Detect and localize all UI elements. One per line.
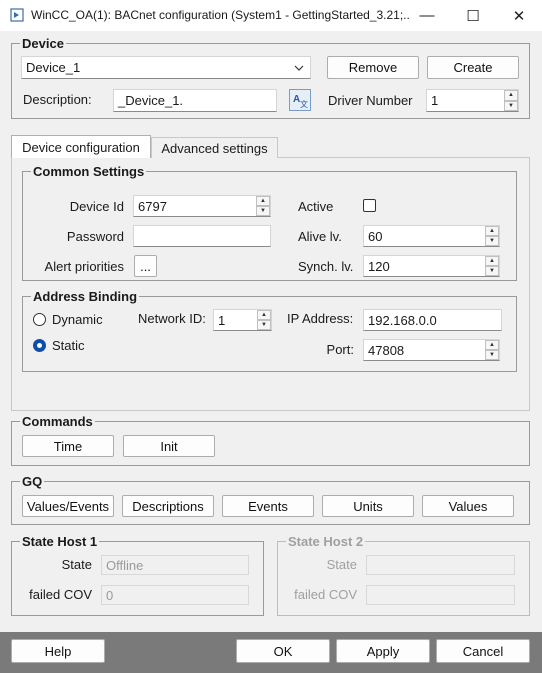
state-host-2-title: State Host 2 bbox=[286, 534, 366, 549]
driver-number-value: 1 bbox=[431, 93, 439, 108]
state-host-1-failed-cov-label: failed COV bbox=[29, 587, 92, 602]
port-value: 47808 bbox=[368, 342, 405, 358]
synch-level-value: 120 bbox=[368, 258, 390, 274]
state-host-2-failed-cov-label: failed COV bbox=[294, 587, 357, 602]
svg-text:文: 文 bbox=[300, 99, 308, 108]
spin-down-icon[interactable]: ▼ bbox=[504, 100, 518, 111]
spin-up-icon[interactable]: ▲ bbox=[485, 340, 499, 350]
network-id-value: 1 bbox=[218, 312, 226, 328]
alive-level-spinner[interactable]: ▲ ▼ bbox=[485, 226, 499, 246]
spin-up-icon[interactable]: ▲ bbox=[257, 310, 271, 320]
device-select-value: Device_1 bbox=[26, 60, 81, 75]
close-window-button[interactable]: ✕ bbox=[496, 0, 542, 31]
spin-down-icon[interactable]: ▼ bbox=[257, 320, 271, 330]
gq-values-button[interactable]: Values bbox=[422, 495, 514, 517]
alert-priorities-button[interactable]: ... bbox=[134, 255, 157, 277]
active-checkbox[interactable] bbox=[363, 199, 376, 212]
tab-device-configuration[interactable]: Device configuration bbox=[11, 135, 151, 158]
alive-level-spinbox[interactable]: 60 ▲ ▼ bbox=[363, 225, 500, 247]
synch-level-spinner[interactable]: ▲ ▼ bbox=[485, 256, 499, 276]
state-host-1-failed-cov-field: 0 bbox=[101, 585, 249, 605]
close-icon: ✕ bbox=[512, 7, 526, 25]
minimize-button[interactable]: — bbox=[404, 0, 450, 31]
gq-title: GQ bbox=[20, 474, 45, 489]
spin-down-icon[interactable]: ▼ bbox=[485, 266, 499, 276]
device-group-title: Device bbox=[20, 36, 66, 51]
dynamic-label: Dynamic bbox=[52, 312, 103, 327]
apply-button[interactable]: Apply bbox=[336, 639, 430, 663]
synch-level-label: Synch. lv. bbox=[298, 259, 354, 274]
common-settings-title: Common Settings bbox=[31, 164, 147, 179]
time-button[interactable]: Time bbox=[22, 435, 114, 457]
state-host-2-state-field bbox=[366, 555, 515, 575]
help-button[interactable]: Help bbox=[11, 639, 105, 663]
commands-title: Commands bbox=[20, 414, 95, 429]
remove-button[interactable]: Remove bbox=[327, 56, 419, 79]
state-host-1-title: State Host 1 bbox=[20, 534, 100, 549]
driver-number-spinbox[interactable]: 1 ▲ ▼ bbox=[426, 89, 519, 112]
password-input[interactable] bbox=[133, 225, 271, 247]
title-bar: WinCC_OA(1): BACnet configuration (Syste… bbox=[0, 0, 542, 31]
port-spinner[interactable]: ▲ ▼ bbox=[485, 340, 499, 360]
spin-up-icon[interactable]: ▲ bbox=[485, 256, 499, 266]
translate-button[interactable]: A 文 bbox=[289, 89, 311, 111]
network-id-label: Network ID: bbox=[138, 311, 206, 326]
device-id-spinner[interactable]: ▲ ▼ bbox=[256, 196, 270, 216]
spin-down-icon[interactable]: ▼ bbox=[256, 206, 270, 216]
port-label: Port: bbox=[326, 342, 354, 357]
gq-values-events-button[interactable]: Values/Events bbox=[22, 495, 114, 517]
create-button[interactable]: Create bbox=[427, 56, 519, 79]
state-host-1-state-field: Offline bbox=[101, 555, 249, 575]
tab-advanced-settings[interactable]: Advanced settings bbox=[151, 137, 278, 158]
init-button[interactable]: Init bbox=[123, 435, 215, 457]
maximize-icon: ☐ bbox=[466, 7, 480, 25]
spin-up-icon[interactable]: ▲ bbox=[256, 196, 270, 206]
app-icon bbox=[10, 8, 24, 22]
translate-icon: A 文 bbox=[293, 94, 308, 108]
device-id-label: Device Id bbox=[69, 199, 124, 214]
device-id-value: 6797 bbox=[138, 198, 167, 214]
device-select[interactable]: Device_1 bbox=[21, 56, 311, 79]
maximize-button[interactable]: ☐ bbox=[450, 0, 496, 31]
password-label: Password bbox=[66, 229, 124, 244]
chevron-down-icon bbox=[294, 65, 304, 71]
cancel-button[interactable]: Cancel bbox=[436, 639, 530, 663]
driver-number-label: Driver Number bbox=[328, 93, 413, 108]
gq-units-button[interactable]: Units bbox=[322, 495, 414, 517]
alive-level-value: 60 bbox=[368, 228, 383, 244]
alert-priorities-label: Alert priorities bbox=[44, 259, 124, 274]
description-label: Description: bbox=[23, 92, 92, 107]
address-binding-title: Address Binding bbox=[31, 289, 140, 304]
active-label: Active bbox=[298, 199, 334, 214]
static-radio[interactable] bbox=[33, 339, 46, 352]
ok-button[interactable]: OK bbox=[236, 639, 330, 663]
synch-level-spinbox[interactable]: 120 ▲ ▼ bbox=[363, 255, 500, 277]
network-id-spinbox[interactable]: 1 ▲ ▼ bbox=[213, 309, 272, 331]
state-host-2-failed-cov-field bbox=[366, 585, 515, 605]
state-host-1-state-label: State bbox=[61, 557, 92, 572]
window-title: WinCC_OA(1): BACnet configuration (Syste… bbox=[31, 8, 411, 22]
spin-up-icon[interactable]: ▲ bbox=[504, 90, 518, 101]
spin-up-icon[interactable]: ▲ bbox=[485, 226, 499, 236]
spin-down-icon[interactable]: ▼ bbox=[485, 350, 499, 360]
gq-events-button[interactable]: Events bbox=[222, 495, 314, 517]
minimize-icon: — bbox=[419, 7, 435, 24]
ip-address-label: IP Address: bbox=[287, 311, 354, 326]
driver-number-spinner[interactable]: ▲ ▼ bbox=[504, 90, 518, 111]
description-input[interactable]: _Device_1. bbox=[113, 89, 277, 112]
device-id-spinbox[interactable]: 6797 ▲ ▼ bbox=[133, 195, 271, 217]
ip-address-input[interactable]: 192.168.0.0 bbox=[363, 309, 502, 331]
port-spinbox[interactable]: 47808 ▲ ▼ bbox=[363, 339, 500, 361]
alive-level-label: Alive lv. bbox=[298, 229, 342, 244]
dynamic-radio[interactable] bbox=[33, 313, 46, 326]
gq-descriptions-button[interactable]: Descriptions bbox=[122, 495, 214, 517]
network-id-spinner[interactable]: ▲ ▼ bbox=[257, 310, 271, 330]
spin-down-icon[interactable]: ▼ bbox=[485, 236, 499, 246]
state-host-2-state-label: State bbox=[326, 557, 357, 572]
static-label: Static bbox=[52, 338, 85, 353]
